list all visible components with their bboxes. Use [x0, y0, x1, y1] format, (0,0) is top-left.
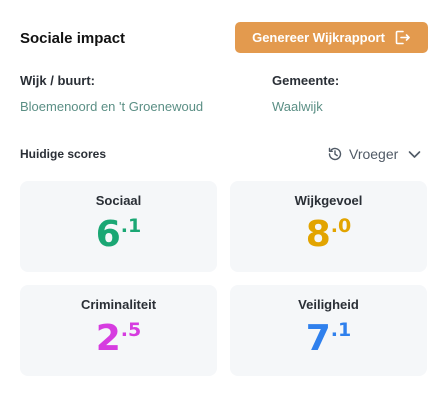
generate-report-button[interactable]: Genereer Wijkrapport: [235, 22, 428, 53]
neighbourhood-label: Wijk / buurt:: [20, 73, 95, 88]
score-integer: 7: [305, 318, 331, 359]
score-card-veiligheid: Veiligheid 7.1: [230, 285, 427, 376]
score-value: 2.5: [20, 318, 217, 359]
score-name: Criminaliteit: [80, 297, 157, 312]
page-title: Sociale impact: [20, 30, 126, 47]
score-value: 6.1: [20, 214, 217, 255]
score-integer: 2: [95, 318, 121, 359]
history-dropdown[interactable]: Vroeger: [327, 144, 421, 164]
export-icon: [394, 29, 411, 46]
history-icon: [327, 146, 343, 162]
score-card-wijkgevoel: Wijkgevoel 8.0: [230, 181, 427, 272]
neighbourhood-value: Bloemenoord en 't Groenewoud: [20, 99, 204, 114]
score-value: 7.1: [230, 318, 427, 359]
municipality-label: Gemeente:: [272, 73, 340, 88]
score-integer: 6: [95, 214, 121, 255]
generate-report-label: Genereer Wijkrapport: [252, 30, 385, 45]
score-name: Veiligheid: [298, 297, 359, 312]
score-card-sociaal: Sociaal 6.1: [20, 181, 217, 272]
history-label: Vroeger: [349, 146, 399, 162]
score-decimal: .1: [330, 319, 352, 341]
score-integer: 8: [305, 214, 331, 255]
score-decimal: .1: [120, 215, 142, 237]
score-value: 8.0: [230, 214, 427, 255]
score-decimal: .0: [330, 215, 352, 237]
score-decimal: .5: [120, 319, 142, 341]
chevron-down-icon: [408, 150, 421, 159]
current-scores-label: Huidige scores: [20, 147, 107, 161]
score-name: Sociaal: [95, 193, 142, 208]
score-card-criminaliteit: Criminaliteit 2.5: [20, 285, 217, 376]
score-name: Wijkgevoel: [294, 193, 363, 208]
municipality-value: Waalwijk: [272, 99, 323, 114]
